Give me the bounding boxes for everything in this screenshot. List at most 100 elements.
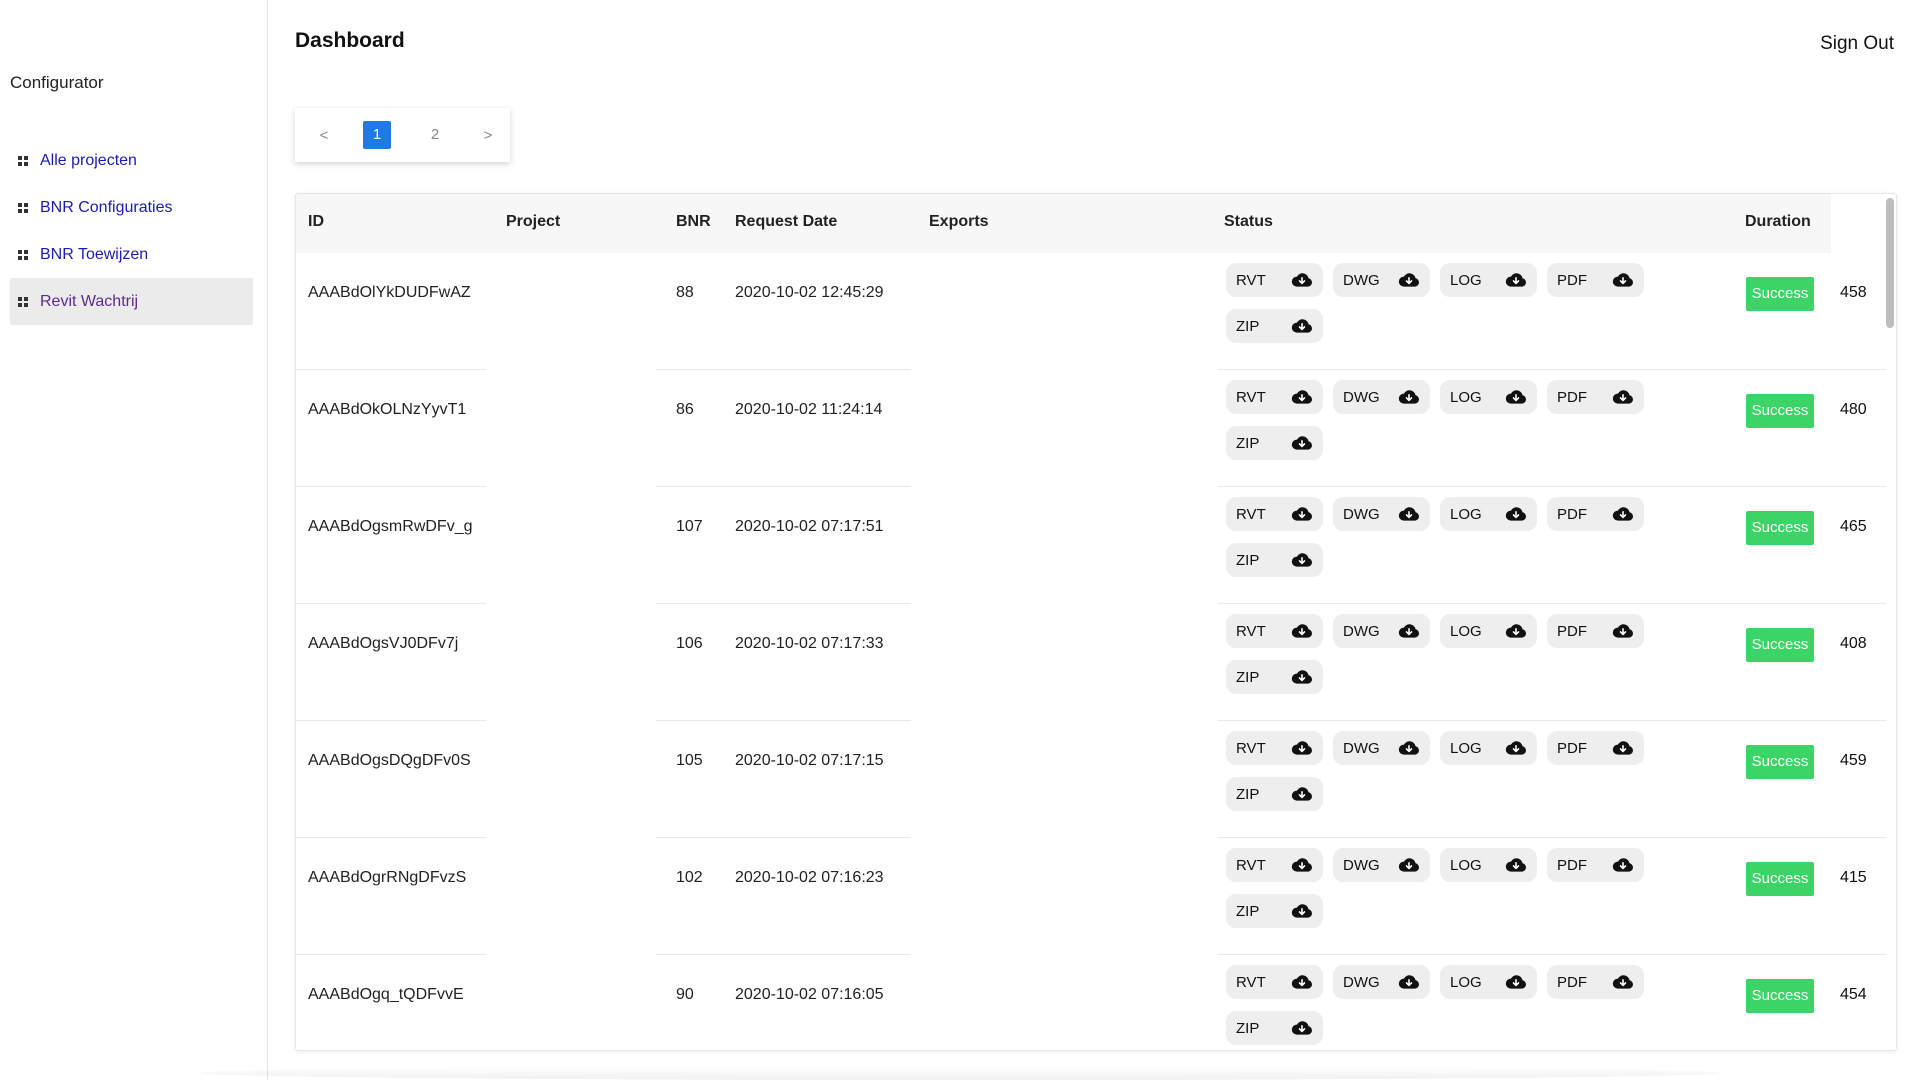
download-zip-button[interactable]: ZIP — [1226, 894, 1323, 928]
table-row: AAABdOgsDQgDFv0S 105 2020-10-02 07:17:15 RV… — [296, 721, 1886, 838]
download-dwg-button[interactable]: DWG — [1333, 848, 1430, 882]
file-type-label: LOG — [1450, 739, 1482, 757]
cell-request-date: 2020-10-02 07:16:23 — [735, 869, 884, 886]
download-pdf-button[interactable]: PDF — [1547, 263, 1644, 297]
file-type-label: ZIP — [1236, 434, 1260, 452]
download-rvt-button[interactable]: RVT — [1226, 380, 1323, 414]
cloud-download-icon — [1291, 786, 1313, 802]
pagination-page-1[interactable]: 1 — [363, 121, 391, 149]
sidebar-item-alle-projecten[interactable]: Alle projecten — [10, 137, 253, 184]
pagination-prev-button[interactable]: < — [315, 127, 333, 144]
table-row: AAABdOlYkDUDFwAZ 88 2020-10-02 12:45:29 RVT… — [296, 253, 1886, 370]
export-downloads: RVT DWG LOG PDF ZIP — [1226, 614, 1666, 706]
download-rvt-button[interactable]: RVT — [1226, 848, 1323, 882]
brand-title: Configurator — [10, 73, 104, 92]
download-rvt-button[interactable]: RVT — [1226, 614, 1323, 648]
file-type-label: ZIP — [1236, 785, 1260, 803]
file-type-label: PDF — [1557, 973, 1587, 991]
file-type-label: PDF — [1557, 622, 1587, 640]
cell-bnr: 90 — [676, 986, 694, 1003]
vertical-scrollbar[interactable] — [1886, 198, 1894, 328]
file-type-label: LOG — [1450, 622, 1482, 640]
column-header-bnr: BNR — [676, 213, 711, 230]
download-log-button[interactable]: LOG — [1440, 263, 1537, 297]
sidebar: Configurator Alle projecten BNR Configur… — [0, 0, 268, 1080]
file-type-label: LOG — [1450, 271, 1482, 289]
file-type-label: DWG — [1343, 856, 1380, 874]
download-zip-button[interactable]: ZIP — [1226, 777, 1323, 811]
cell-request-date: 2020-10-02 07:17:15 — [735, 752, 884, 769]
file-type-label: RVT — [1236, 622, 1266, 640]
download-dwg-button[interactable]: DWG — [1333, 380, 1430, 414]
cloud-download-icon — [1398, 974, 1420, 990]
pagination-next-button[interactable]: > — [479, 127, 497, 144]
cloud-download-icon — [1291, 318, 1313, 334]
cell-duration: 458 — [1840, 284, 1867, 301]
file-type-label: PDF — [1557, 739, 1587, 757]
download-rvt-button[interactable]: RVT — [1226, 497, 1323, 531]
grid-icon — [18, 249, 28, 260]
table-row: AAABdOgsmRwDFv_g 107 2020-10-02 07:17:51 RV… — [296, 487, 1886, 604]
cloud-download-icon — [1612, 506, 1634, 522]
download-log-button[interactable]: LOG — [1440, 497, 1537, 531]
bottom-shadow — [200, 1066, 1720, 1080]
download-log-button[interactable]: LOG — [1440, 848, 1537, 882]
download-pdf-button[interactable]: PDF — [1547, 848, 1644, 882]
download-pdf-button[interactable]: PDF — [1547, 731, 1644, 765]
column-header-exports: Exports — [929, 213, 989, 230]
cell-duration: 408 — [1840, 635, 1867, 652]
sidebar-item-revit-wachtrij[interactable]: Revit Wachtrij — [10, 278, 253, 325]
cell-id: AAABdOkOLNzYyvT1 — [308, 401, 467, 418]
status-badge: Success — [1746, 511, 1814, 545]
table-row: AAABdOkOLNzYyvT1 86 2020-10-02 11:24:14 RVT… — [296, 370, 1886, 487]
download-rvt-button[interactable]: RVT — [1226, 965, 1323, 999]
file-type-label: RVT — [1236, 505, 1266, 523]
download-log-button[interactable]: LOG — [1440, 731, 1537, 765]
pagination-page-2[interactable]: 2 — [421, 121, 449, 149]
download-pdf-button[interactable]: PDF — [1547, 497, 1644, 531]
download-zip-button[interactable]: ZIP — [1226, 309, 1323, 343]
page-title: Dashboard — [295, 29, 405, 52]
sidebar-item-label: BNR Configuraties — [40, 198, 173, 216]
status-badge: Success — [1746, 394, 1814, 428]
download-dwg-button[interactable]: DWG — [1333, 731, 1430, 765]
pagination: < 1 2 > — [295, 108, 510, 162]
download-rvt-button[interactable]: RVT — [1226, 731, 1323, 765]
cell-id: AAABdOgrRNgDFvzS — [308, 869, 467, 886]
file-type-label: DWG — [1343, 622, 1380, 640]
download-log-button[interactable]: LOG — [1440, 380, 1537, 414]
file-type-label: PDF — [1557, 856, 1587, 874]
cloud-download-icon — [1505, 740, 1527, 756]
sidebar-item-bnr-toewijzen[interactable]: BNR Toewijzen — [10, 231, 253, 278]
cell-duration: 465 — [1840, 518, 1867, 535]
table-header: ID Project BNR Request Date Exports Stat… — [296, 194, 1831, 253]
cloud-download-icon — [1612, 740, 1634, 756]
status-badge: Success — [1746, 628, 1814, 662]
cell-duration: 415 — [1840, 869, 1867, 886]
column-header-project: Project — [506, 213, 561, 230]
file-type-label: RVT — [1236, 739, 1266, 757]
cloud-download-icon — [1398, 389, 1420, 405]
download-zip-button[interactable]: ZIP — [1226, 1011, 1323, 1045]
download-dwg-button[interactable]: DWG — [1333, 965, 1430, 999]
download-pdf-button[interactable]: PDF — [1547, 380, 1644, 414]
sidebar-item-bnr-configuraties[interactable]: BNR Configuraties — [10, 184, 253, 231]
sign-out-button[interactable]: Sign Out — [1820, 33, 1894, 55]
download-zip-button[interactable]: ZIP — [1226, 660, 1323, 694]
cloud-download-icon — [1291, 272, 1313, 288]
download-dwg-button[interactable]: DWG — [1333, 497, 1430, 531]
download-pdf-button[interactable]: PDF — [1547, 965, 1644, 999]
download-pdf-button[interactable]: PDF — [1547, 614, 1644, 648]
download-zip-button[interactable]: ZIP — [1226, 543, 1323, 577]
file-type-label: DWG — [1343, 505, 1380, 523]
cell-request-date: 2020-10-02 07:17:51 — [735, 518, 884, 535]
download-log-button[interactable]: LOG — [1440, 614, 1537, 648]
download-log-button[interactable]: LOG — [1440, 965, 1537, 999]
download-dwg-button[interactable]: DWG — [1333, 614, 1430, 648]
download-rvt-button[interactable]: RVT — [1226, 263, 1323, 297]
download-zip-button[interactable]: ZIP — [1226, 426, 1323, 460]
cloud-download-icon — [1291, 974, 1313, 990]
download-dwg-button[interactable]: DWG — [1333, 263, 1430, 297]
cloud-download-icon — [1612, 857, 1634, 873]
file-type-label: DWG — [1343, 973, 1380, 991]
